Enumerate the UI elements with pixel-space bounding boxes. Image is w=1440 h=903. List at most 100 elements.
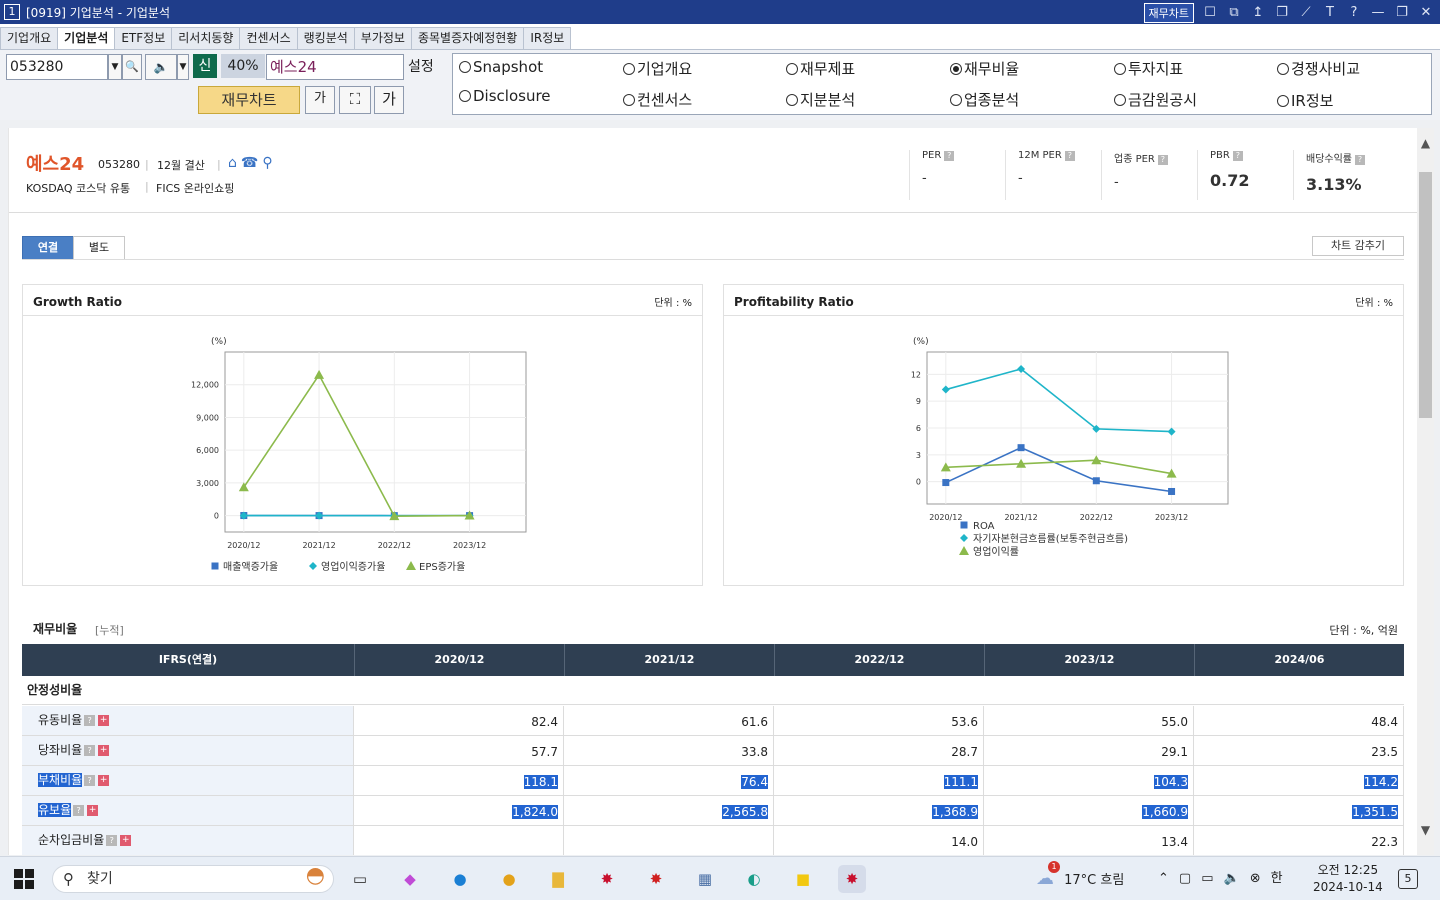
device-icon[interactable]: ▢	[1179, 857, 1191, 901]
location-icon[interactable]: ⚲	[262, 155, 272, 171]
tab-consolidated[interactable]: 연결	[22, 236, 74, 260]
help-icon[interactable]: ?	[106, 835, 117, 846]
cell-value: 14.0	[951, 835, 978, 849]
crop-icon[interactable]: ⟋	[1298, 5, 1314, 21]
tab-extra-info[interactable]: 부가정보	[354, 27, 412, 49]
doc-icon[interactable]: ☐	[1202, 5, 1218, 21]
expand-icon[interactable]: +	[120, 835, 131, 846]
trading-app2-icon[interactable]: ✸	[642, 865, 670, 893]
help-icon[interactable]: ?	[84, 775, 95, 786]
edge-icon[interactable]: ●	[446, 865, 474, 893]
scroll-down-icon[interactable]: ▼	[1417, 823, 1434, 837]
windows-start-icon[interactable]	[14, 869, 34, 889]
speaker-dropdown-button[interactable]: ▼	[177, 54, 189, 80]
copy-icon[interactable]: ❐	[1274, 5, 1290, 21]
radio-industry-analysis[interactable]: 업종분석	[950, 89, 1019, 110]
radio-ownership[interactable]: 지분분석	[786, 89, 855, 110]
help-icon[interactable]: ?	[1346, 5, 1362, 21]
notification-icon[interactable]: 5	[1398, 869, 1418, 889]
expand-icon[interactable]: +	[98, 715, 109, 726]
speaker-button[interactable]: 🔈	[145, 54, 177, 80]
radio-financial-statements[interactable]: 재무제표	[786, 58, 855, 79]
radio-fss-disclosure[interactable]: 금감원공시	[1114, 89, 1197, 110]
font-icon[interactable]: T	[1322, 5, 1338, 21]
ime-indicator[interactable]: 한	[1271, 857, 1283, 901]
expand-icon[interactable]: +	[87, 805, 98, 816]
calculator-icon[interactable]: ▦	[691, 865, 719, 893]
scroll-thumb[interactable]	[1419, 172, 1432, 418]
tab-separate[interactable]: 별도	[73, 236, 125, 260]
radio-circle-icon	[623, 94, 635, 106]
tab-research[interactable]: 리서치동향	[171, 27, 240, 49]
fit-screen-button[interactable]: ⛶	[339, 86, 371, 114]
chrome-icon[interactable]: ●	[495, 865, 523, 893]
help-icon[interactable]: ?	[73, 805, 84, 816]
help-icon[interactable]: ?	[1065, 151, 1075, 161]
tab-etf-info[interactable]: ETF정보	[114, 27, 172, 49]
cell-value: 2,565.8	[722, 805, 768, 819]
radio-disclosure[interactable]: Disclosure	[459, 87, 551, 105]
row-label-text: 부채비율	[38, 773, 82, 787]
tab-ir-info[interactable]: IR정보	[523, 27, 571, 49]
scroll-up-icon[interactable]: ▲	[1417, 136, 1434, 150]
cell-value: 118.1	[524, 775, 558, 789]
file-explorer-icon[interactable]: ▇	[544, 865, 572, 893]
help-icon[interactable]: ?	[84, 745, 95, 756]
tab-consensus[interactable]: 컨센서스	[239, 27, 297, 49]
settings-button[interactable]: 설정	[408, 56, 434, 76]
arrow-up-icon[interactable]: ↥	[1250, 5, 1266, 21]
expand-icon[interactable]: +	[98, 745, 109, 756]
window-icon[interactable]: ⧉	[1226, 5, 1242, 21]
radio-consensus[interactable]: 컨센서스	[623, 89, 692, 110]
expand-icon[interactable]: +	[98, 775, 109, 786]
browser-icon[interactable]: ◐	[740, 865, 768, 893]
help-icon[interactable]: ?	[84, 715, 95, 726]
vertical-scrollbar[interactable]: ▲ ▼	[1417, 128, 1434, 855]
stock-code-input[interactable]: 053280	[6, 54, 108, 80]
tab-company-analysis[interactable]: 기업분석	[57, 27, 115, 49]
radio-company-overview[interactable]: 기업개요	[623, 58, 692, 79]
tab-capital-increase[interactable]: 종목별증자예정현황	[411, 27, 524, 49]
code-dropdown-button[interactable]: ▼	[108, 54, 122, 80]
minimize-icon[interactable]: —	[1370, 5, 1386, 21]
show-hidden-icons-icon[interactable]: ⌃	[1158, 857, 1169, 901]
title-fin-chart-button[interactable]: 재무차트	[1144, 3, 1194, 23]
taskbar-search[interactable]: ⚲ 찾기 ◓	[52, 865, 334, 893]
hide-chart-button[interactable]: 차트 감추기	[1312, 236, 1404, 256]
radio-peer-comparison[interactable]: 경쟁사비교	[1277, 58, 1360, 79]
font-small-button[interactable]: 가	[305, 86, 335, 114]
table-cell: 61.6	[564, 706, 774, 735]
close-icon[interactable]: ✕	[1418, 5, 1434, 21]
home-icon[interactable]: ⌂	[228, 155, 237, 171]
radio-snapshot[interactable]: Snapshot	[459, 58, 543, 76]
tab-ranking[interactable]: 랭킹분석	[297, 27, 355, 49]
radio-ir-info[interactable]: IR정보	[1277, 90, 1333, 111]
phone-icon[interactable]: ☎	[241, 155, 258, 171]
y-tick-label: 12,000	[191, 381, 219, 390]
tab-company-overview[interactable]: 기업개요	[0, 27, 58, 49]
task-view-icon[interactable]: ▭	[346, 865, 374, 893]
taskbar: ⚲ 찾기 ◓ ▭ ◆ ● ● ▇ ✸ ✸ ▦ ◐ ■ ✸ ☁ 1 17°C 흐림 ⌃ ▢ ▭ 🔈 ⊗…	[0, 856, 1440, 900]
sticky-notes-icon[interactable]: ■	[789, 865, 817, 893]
stock-name-field[interactable]: 예스24	[266, 54, 404, 80]
help-icon[interactable]: ?	[1233, 151, 1243, 161]
row-label: 순차입금비율?+	[22, 826, 354, 855]
weather-widget[interactable]: ☁ 1 17°C 흐림	[1036, 857, 1124, 901]
trading-app3-icon[interactable]: ✸	[838, 865, 866, 893]
fin-chart-button[interactable]: 재무차트	[198, 86, 300, 114]
copilot-icon[interactable]: ◆	[396, 865, 424, 893]
trading-app-icon[interactable]: ✸	[593, 865, 621, 893]
help-icon[interactable]: ?	[1355, 155, 1365, 165]
radio-investment-indicators[interactable]: 투자지표	[1114, 58, 1183, 79]
help-icon[interactable]: ?	[1158, 155, 1168, 165]
help-icon[interactable]: ?	[944, 151, 954, 161]
radio-financial-ratio[interactable]: 재무비율	[950, 58, 1019, 79]
font-large-button[interactable]: 가	[374, 86, 404, 114]
clock[interactable]: 오전 12:25 2024-10-14	[1313, 862, 1383, 896]
mute-icon[interactable]: ⊗	[1250, 857, 1261, 901]
search-button[interactable]: 🔍	[122, 54, 142, 80]
network-icon[interactable]: ▭	[1201, 857, 1213, 901]
restore-icon[interactable]: ❐	[1394, 5, 1410, 21]
volume-icon[interactable]: 🔈	[1224, 857, 1240, 901]
panel-title: Profitability Ratio	[734, 295, 854, 309]
